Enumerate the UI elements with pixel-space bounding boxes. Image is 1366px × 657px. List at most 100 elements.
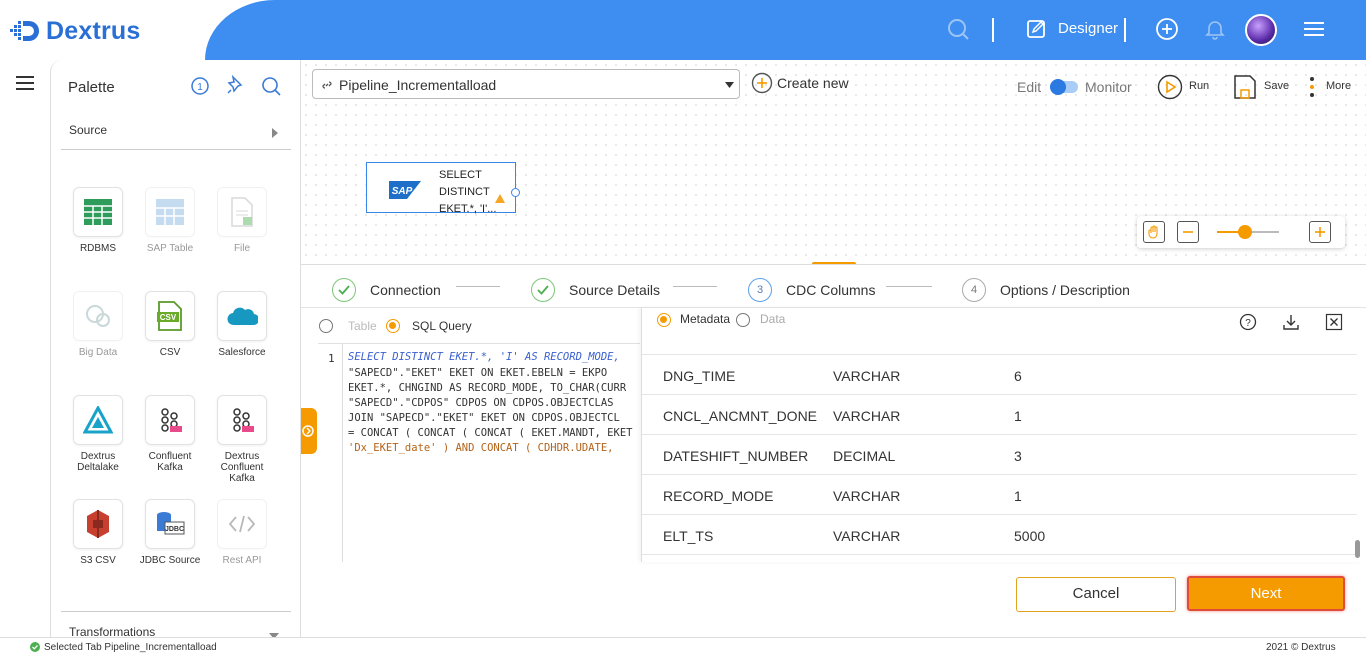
palette-item-sap-table[interactable]: SAP Table xyxy=(139,187,201,254)
column-name: DNG_TIME xyxy=(663,368,736,384)
step-connection[interactable]: Connection xyxy=(332,278,441,302)
notifications-button[interactable] xyxy=(1200,14,1230,44)
pipeline-node-source[interactable]: SAP SELECT DISTINCT EKET.*, 'I'... xyxy=(366,162,520,215)
sidebar-toggle-button[interactable] xyxy=(14,74,36,97)
svg-text:SAP: SAP xyxy=(392,186,413,197)
sql-query-radio-label[interactable]: SQL Query xyxy=(412,319,472,333)
table-radio[interactable] xyxy=(319,319,333,333)
palette-search-button[interactable] xyxy=(260,75,282,102)
cancel-button[interactable]: Cancel xyxy=(1016,577,1176,612)
divider xyxy=(61,611,291,612)
metadata-panel: Metadata Data ? DNG_TIME VARCHAR 6 CNCL_… xyxy=(641,308,1362,562)
search-icon xyxy=(262,77,281,96)
user-avatar[interactable] xyxy=(1245,14,1277,46)
dextrus-logo[interactable]: Dextrus xyxy=(10,16,141,46)
s3-icon xyxy=(87,510,109,538)
source-section-header[interactable]: Source xyxy=(69,123,107,137)
table-radio-label[interactable]: Table xyxy=(348,319,377,333)
create-new-label[interactable]: Create new xyxy=(777,75,849,91)
table-row[interactable]: RECORD_MODE VARCHAR 1 xyxy=(642,475,1357,515)
save-label[interactable]: Save xyxy=(1264,80,1289,92)
palette-item-label: SAP Table xyxy=(146,243,194,254)
monitor-mode-label[interactable]: Monitor xyxy=(1085,79,1132,95)
zoom-slider-handle[interactable] xyxy=(1238,225,1252,239)
expand-panel-handle[interactable] xyxy=(301,408,317,454)
step-cdc-columns[interactable]: 3 CDC Columns xyxy=(748,278,875,302)
table-row xyxy=(642,315,1357,355)
table-row[interactable]: DNG_TIME VARCHAR 6 xyxy=(642,355,1357,395)
column-name: CNCL_ANCMNT_DONE xyxy=(663,408,818,424)
zoom-in-button[interactable] xyxy=(1309,221,1331,243)
sap-logo-icon: SAP xyxy=(389,181,421,204)
designer-label[interactable]: Designer xyxy=(1058,20,1118,37)
run-button[interactable] xyxy=(1157,74,1183,105)
palette-item-rest-api[interactable]: Rest API xyxy=(211,499,273,566)
column-name: RECORD_MODE xyxy=(663,488,774,504)
step-source-details[interactable]: Source Details xyxy=(531,278,660,302)
code-line: = CONCAT ( CONCAT ( CONCAT ( EKET.MANDT,… xyxy=(348,427,633,439)
step-number: 3 xyxy=(748,278,772,302)
chevron-right-icon xyxy=(302,425,314,437)
metadata-scrollbar[interactable] xyxy=(1355,540,1360,558)
palette-item-confluent-kafka[interactable]: Confluent Kafka xyxy=(139,395,201,473)
more-label[interactable]: More xyxy=(1326,80,1351,92)
zoom-control xyxy=(1137,216,1345,248)
pan-hand-button[interactable] xyxy=(1143,221,1165,243)
save-button[interactable] xyxy=(1233,74,1257,105)
palette-item-label: JDBC Source xyxy=(139,555,201,566)
column-name: ELT_TS xyxy=(663,528,714,544)
palette-panel: Palette 1 Source RDBMS SAP Table File Bi… xyxy=(50,60,301,639)
sap-table-icon xyxy=(156,199,184,225)
add-button[interactable] xyxy=(1152,14,1182,44)
sql-editor[interactable]: 1 SELECT DISTINCT EKET.*, 'I' AS RECORD_… xyxy=(318,343,640,562)
palette-item-dextrus-deltalake[interactable]: Dextrus Deltalake xyxy=(67,395,129,473)
save-icon xyxy=(1234,75,1256,99)
more-button[interactable] xyxy=(1309,76,1315,103)
step-options-description[interactable]: 4 Options / Description xyxy=(962,278,1130,302)
palette-item-label: Dextrus Deltalake xyxy=(77,451,119,473)
search-button[interactable] xyxy=(943,14,973,44)
palette-item-rdbms[interactable]: RDBMS xyxy=(67,187,129,254)
column-size: 1 xyxy=(1014,408,1022,424)
kafka-icon xyxy=(161,408,182,432)
copyright: 2021 © Dextrus xyxy=(1266,642,1336,653)
zoom-out-button[interactable] xyxy=(1177,221,1199,243)
node-output-port[interactable] xyxy=(511,188,520,197)
toggle-knob xyxy=(1050,79,1066,95)
header-divider xyxy=(992,18,994,42)
palette-item-salesforce[interactable]: Salesforce xyxy=(211,291,273,358)
run-label[interactable]: Run xyxy=(1189,80,1209,92)
sql-query-radio[interactable] xyxy=(386,319,400,333)
code-line: EKET.*, CHNGIND AS RECORD_MODE, TO_CHAR(… xyxy=(348,382,627,394)
chevron-right-icon[interactable] xyxy=(271,125,279,143)
palette-info-button[interactable]: 1 xyxy=(190,76,210,101)
palette-item-big-data[interactable]: Big Data xyxy=(67,291,129,358)
pin-icon xyxy=(227,74,243,94)
pipeline-select[interactable]: Pipeline_Incrementalload xyxy=(312,69,740,99)
edit-mode-label[interactable]: Edit xyxy=(1017,79,1041,95)
palette-item-label: File xyxy=(233,243,251,254)
table-row[interactable]: DATESHIFT_NUMBER DECIMAL 3 xyxy=(642,435,1357,475)
palette-item-dextrus-confluent-kafka[interactable]: Dextrus Confluent Kafka xyxy=(211,395,273,484)
dextrus-logo-icon xyxy=(10,21,39,41)
table-row[interactable]: CNCL_ANCMNT_DONE VARCHAR 1 xyxy=(642,395,1357,435)
next-button[interactable]: Next xyxy=(1187,576,1345,611)
edit-icon xyxy=(1027,20,1045,38)
palette-item-jdbc-source[interactable]: JDBC JDBC Source xyxy=(139,499,201,566)
designer-button[interactable] xyxy=(1022,14,1052,44)
edit-monitor-toggle[interactable] xyxy=(1050,79,1078,95)
warning-icon xyxy=(495,194,505,203)
main-menu-button[interactable] xyxy=(1299,14,1329,44)
table-row[interactable]: ELT_TS VARCHAR 5000 xyxy=(642,515,1357,555)
palette-pin-button[interactable] xyxy=(225,74,247,101)
palette-item-csv[interactable]: CSV CSV xyxy=(139,291,201,358)
palette-item-label: Big Data xyxy=(78,347,118,358)
app-header: Dextrus Designer xyxy=(0,0,1366,60)
create-new-button[interactable] xyxy=(751,72,773,99)
plus-icon xyxy=(1315,227,1325,237)
palette-item-file[interactable]: File xyxy=(211,187,273,254)
step-label: Connection xyxy=(370,282,441,298)
hand-icon xyxy=(1148,225,1158,239)
palette-item-s3-csv[interactable]: S3 CSV xyxy=(67,499,129,566)
hamburger-icon xyxy=(16,76,34,90)
